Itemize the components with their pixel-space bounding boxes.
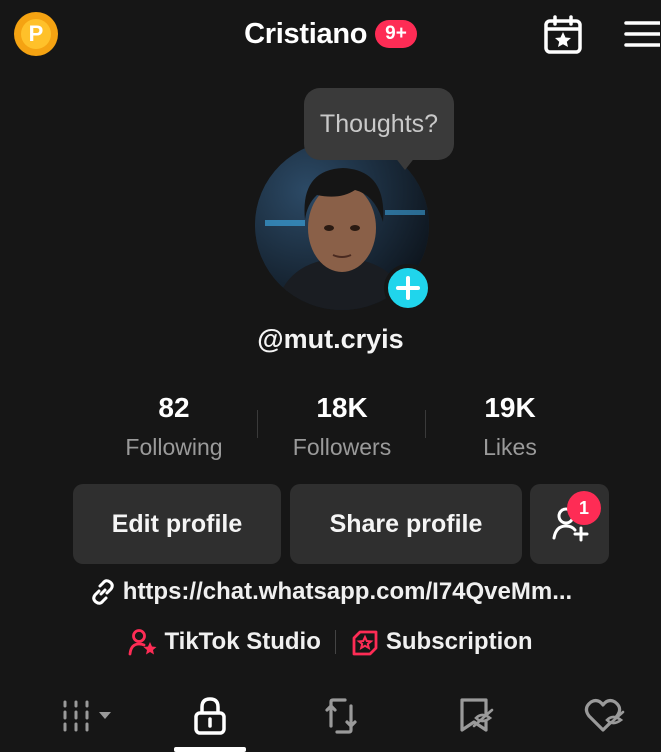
edit-profile-button[interactable]: Edit profile xyxy=(73,484,281,564)
share-profile-button[interactable]: Share profile xyxy=(290,484,522,564)
bio-link[interactable]: https://chat.whatsapp.com/I74QveMm... xyxy=(0,578,661,606)
stat-label: Likes xyxy=(483,434,537,460)
shortcut-divider xyxy=(334,630,336,654)
notification-badge: 9+ xyxy=(375,20,417,48)
stat-value: 18K xyxy=(316,392,368,423)
creator-shortcuts: TikTok Studio Subscription xyxy=(0,628,661,656)
subscription-link[interactable]: Subscription xyxy=(386,628,533,656)
stat-value: 82 xyxy=(158,392,190,423)
private-lock-icon xyxy=(194,697,226,735)
thoughts-bubble[interactable]: Thoughts? xyxy=(304,88,454,160)
favorites-icon xyxy=(460,698,494,732)
friends-notification-badge: 1 xyxy=(567,491,601,525)
username: @mut.cryis xyxy=(257,324,404,354)
tab-private[interactable] xyxy=(180,692,240,740)
stat-label: Followers xyxy=(292,434,392,460)
add-story-button[interactable] xyxy=(384,264,432,312)
menu-icon[interactable] xyxy=(624,20,660,48)
subscription-icon xyxy=(352,630,378,656)
tab-liked[interactable] xyxy=(574,692,634,740)
videos-grid-icon xyxy=(63,700,111,732)
stat-label: Following xyxy=(125,434,223,460)
tiktok-studio-link[interactable]: TikTok Studio xyxy=(164,628,320,656)
stat-divider xyxy=(257,410,258,438)
tab-favorites[interactable] xyxy=(444,692,504,740)
liked-icon xyxy=(584,698,625,732)
stat-followers[interactable]: 18K Followers xyxy=(267,392,417,461)
tab-reposts[interactable] xyxy=(311,692,371,740)
bio-link-text[interactable]: https://chat.whatsapp.com/I74QveMm... xyxy=(123,578,572,606)
stat-value: 19K xyxy=(484,392,536,423)
profile-name-title[interactable]: Cristiano xyxy=(244,18,367,51)
add-friends-button[interactable] xyxy=(530,484,609,564)
calendar-star-icon[interactable] xyxy=(542,14,584,56)
bubble-tail xyxy=(394,156,416,170)
stat-following[interactable]: 82 Following xyxy=(99,392,249,461)
plus-icon xyxy=(396,276,420,300)
person-star-icon xyxy=(129,629,157,656)
tab-videos[interactable] xyxy=(55,692,115,740)
stat-likes[interactable]: 19K Likes xyxy=(435,392,585,461)
repost-icon xyxy=(325,698,357,734)
link-icon xyxy=(92,579,114,605)
active-tab-indicator xyxy=(174,747,246,752)
stat-divider xyxy=(425,410,426,438)
